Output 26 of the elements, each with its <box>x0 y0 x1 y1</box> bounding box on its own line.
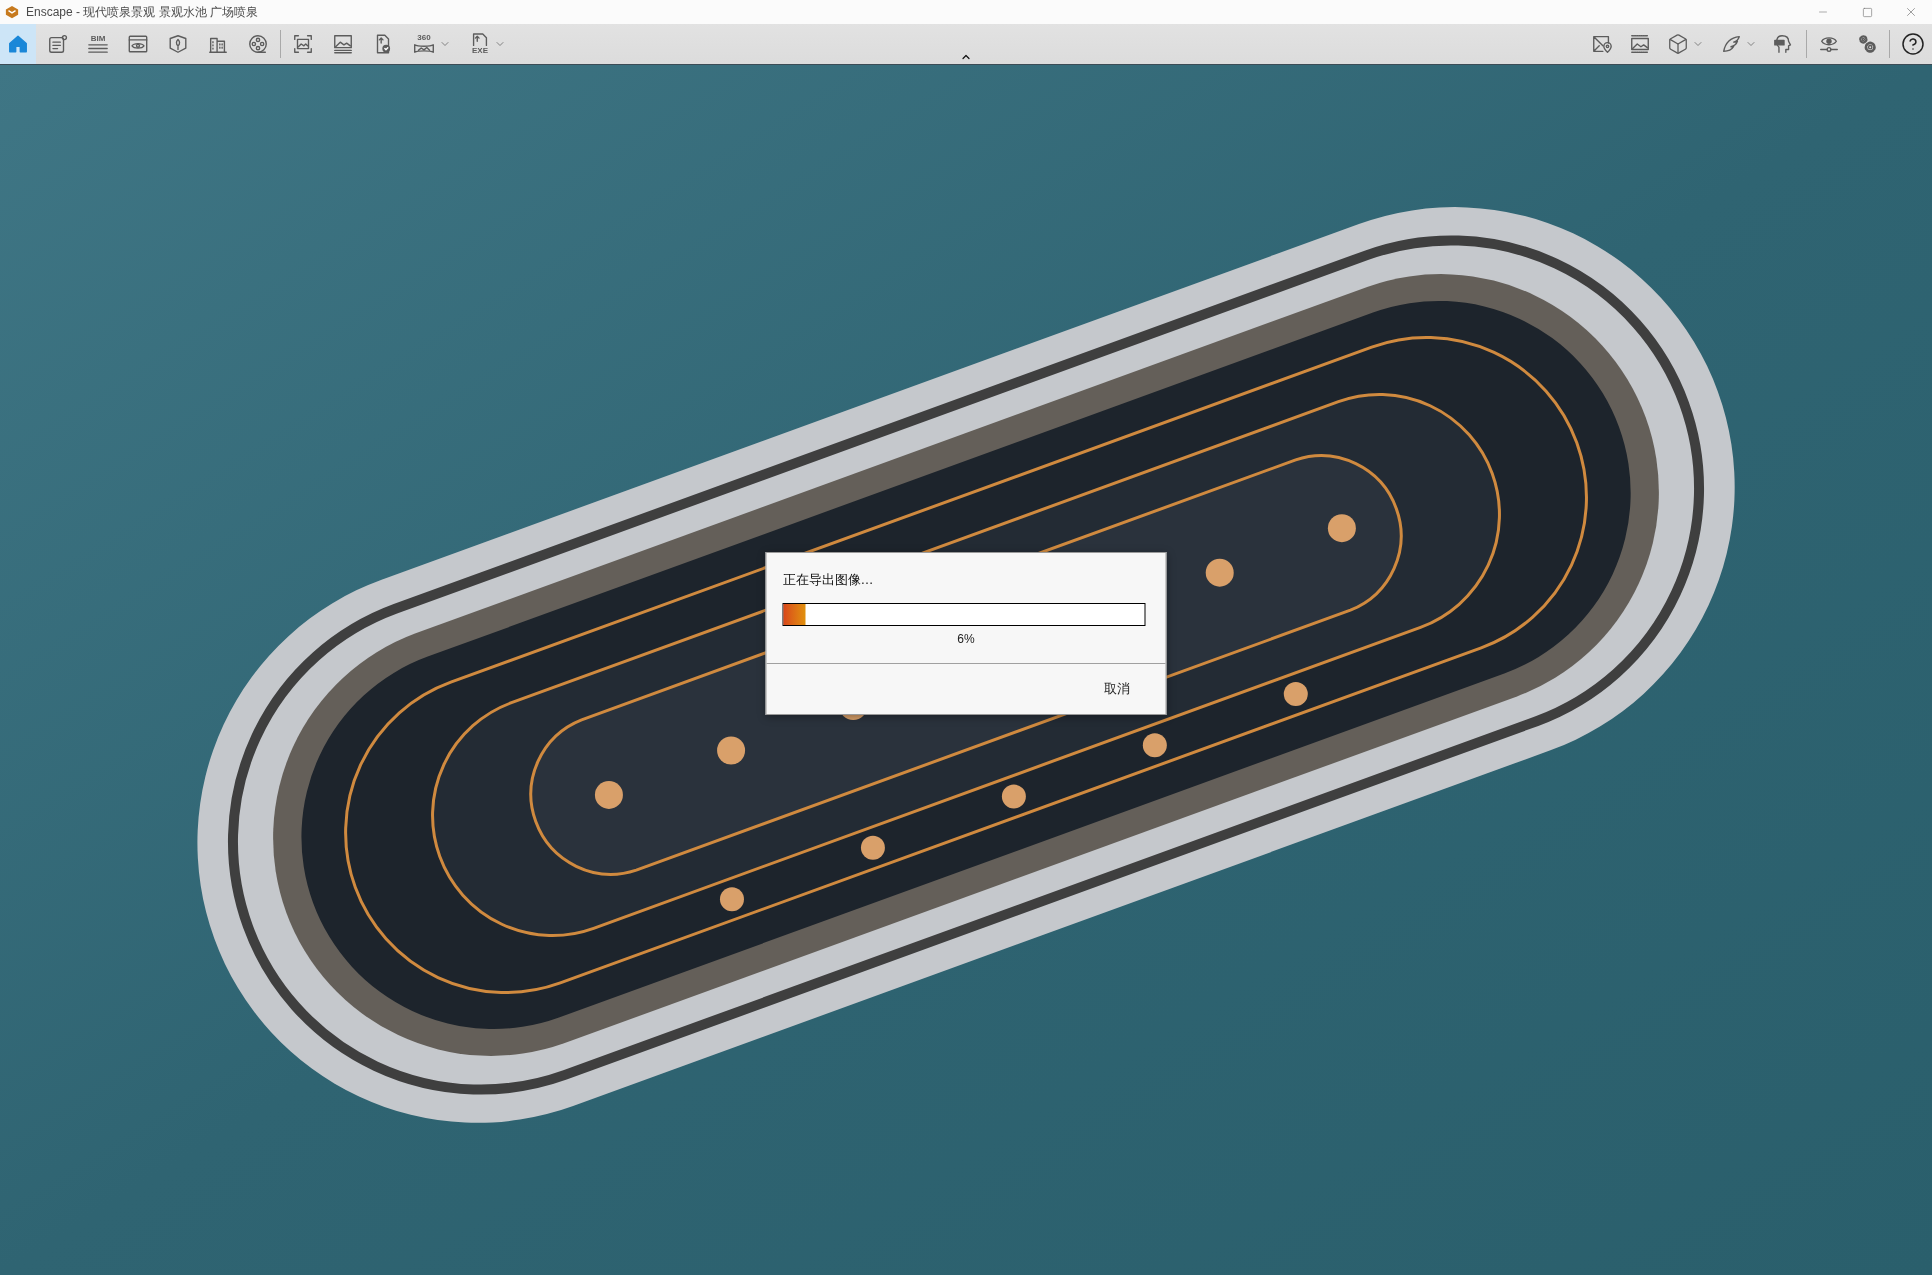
cancel-button[interactable]: 取消 <box>1097 678 1136 700</box>
eye-window-icon <box>127 33 149 55</box>
lines-icon <box>87 43 109 54</box>
window-title: Enscape - 现代喷泉景观 景观水池 广场喷泉 <box>26 5 259 19</box>
gears-icon <box>1856 33 1878 55</box>
panorama-button[interactable]: 360 <box>405 24 458 64</box>
help-icon <box>1901 32 1925 56</box>
progress-percent: 6% <box>957 632 975 646</box>
framed-image-icon <box>292 33 314 55</box>
maximize-icon <box>1862 6 1873 18</box>
image-icon <box>332 33 354 55</box>
note-icon <box>47 33 69 55</box>
home-button[interactable] <box>0 24 36 64</box>
dialog-title: 正在导出图像… <box>782 572 874 588</box>
exe-export-button[interactable]: EXE <box>462 24 513 64</box>
shield-tree-icon <box>167 33 189 55</box>
hatched-image-icon <box>1629 33 1651 55</box>
cube-icon <box>1667 33 1689 55</box>
home-icon <box>7 33 29 55</box>
close-icon <box>1904 5 1918 19</box>
app-logo-icon <box>5 5 19 19</box>
panorama-icon <box>412 42 436 55</box>
film-reel-icon <box>247 33 269 55</box>
feather-icon <box>1720 33 1742 55</box>
bim-button[interactable]: BIM <box>80 24 116 64</box>
map-pin-icon <box>1591 33 1613 55</box>
